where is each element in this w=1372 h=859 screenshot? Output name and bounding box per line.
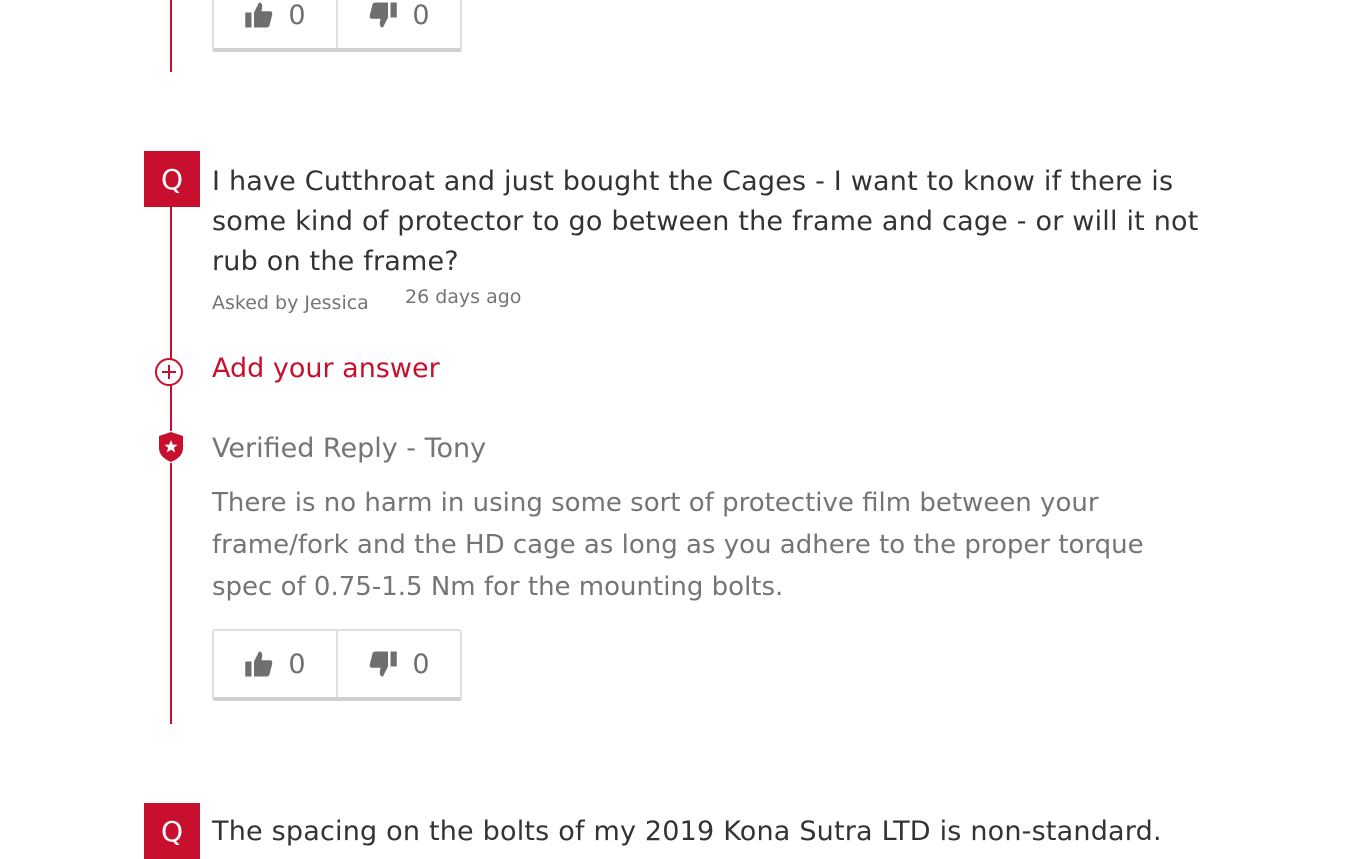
downvote-count-prev: 0 <box>412 0 430 31</box>
thumbs-up-icon <box>245 651 273 677</box>
shield-star-icon <box>157 431 185 463</box>
time-ago: 26 days ago <box>405 286 522 308</box>
next-question-text: The spacing on the bolts of my 2019 Kona… <box>212 816 1162 847</box>
upvote-button-prev[interactable]: 0 <box>214 0 336 48</box>
verified-reply-title: Verified Reply - Tony <box>212 433 487 464</box>
next-question-badge: Q <box>144 803 200 859</box>
thumbs-down-icon <box>370 2 398 28</box>
thumbs-up-icon <box>245 2 273 28</box>
plus-circle-icon[interactable] <box>155 358 183 386</box>
thumbs-down-icon <box>370 651 398 677</box>
downvote-button[interactable]: 0 <box>336 631 460 697</box>
asked-by: Asked by Jessica <box>212 292 369 314</box>
add-answer-link[interactable]: Add your answer <box>212 353 440 384</box>
vote-box-prev: 0 0 <box>212 0 462 52</box>
downvote-count: 0 <box>412 648 430 680</box>
upvote-button[interactable]: 0 <box>214 631 336 697</box>
upvote-count-prev: 0 <box>288 0 306 31</box>
question-badge: Q <box>144 151 200 207</box>
downvote-button-prev[interactable]: 0 <box>336 0 460 48</box>
vote-box: 0 0 <box>212 629 462 701</box>
verified-reply-body: There is no harm in using some sort of p… <box>212 488 1144 602</box>
upvote-count: 0 <box>288 648 306 680</box>
thread-line-prev <box>170 0 172 72</box>
question-text: I have Cutthroat and just bought the Cag… <box>212 166 1199 277</box>
